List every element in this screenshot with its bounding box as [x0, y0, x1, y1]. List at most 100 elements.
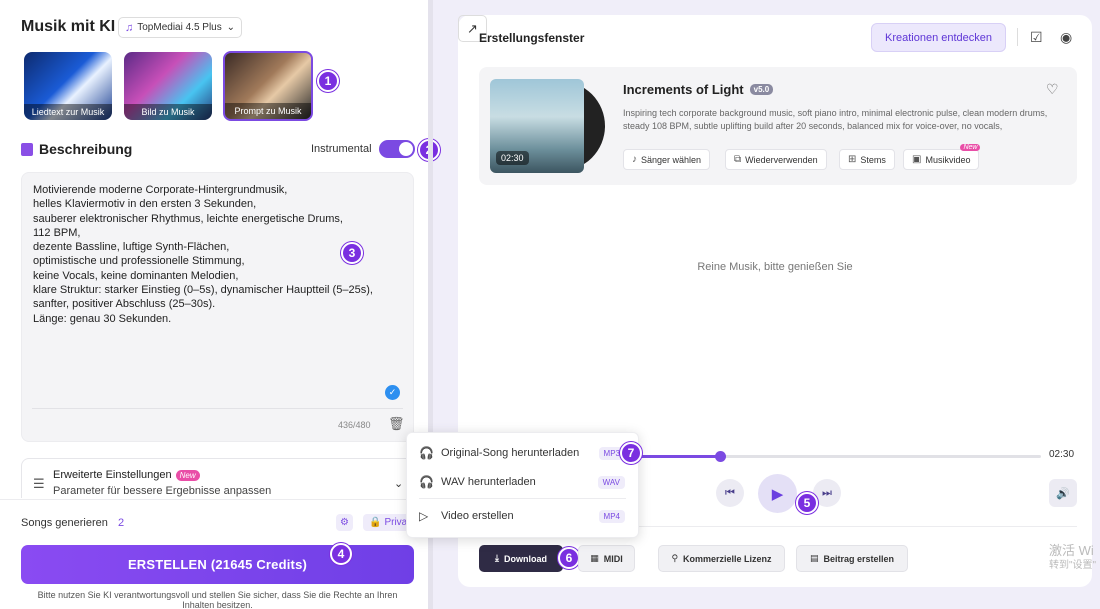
description-heading: Beschreibung: [21, 141, 132, 157]
download-original-item[interactable]: 🎧 Original-Song herunterladen MP3: [407, 441, 640, 465]
create-video-item[interactable]: ▷ Video erstellen MP4: [407, 504, 640, 528]
advanced-subtitle: Parameter für bessere Ergebnisse anpasse…: [53, 485, 272, 497]
divider: [419, 498, 626, 499]
trash-icon[interactable]: 🗑: [388, 416, 405, 432]
menu-item-label: Original-Song herunterladen: [441, 447, 580, 459]
divider: [1017, 28, 1018, 46]
format-badge: WAV: [597, 475, 625, 489]
empty-state-text: Reine Musik, bitte genießen Sie: [697, 261, 853, 273]
progress-bar[interactable]: [629, 451, 1041, 462]
music-note-icon: ♫: [125, 21, 134, 34]
disclaimer: Bitte nutzen Sie KI verantwortungsvoll u…: [37, 590, 398, 609]
download-label: Download: [503, 553, 547, 564]
mode-card-prompt[interactable]: Prompt zu Musik: [223, 51, 313, 121]
songs-row: Songs generieren 2 ⚙ 🔒 Privat: [0, 499, 428, 543]
step-badge: 4: [330, 543, 352, 565]
menu-item-label: Video erstellen: [441, 510, 514, 522]
copy-icon: ⧉: [734, 154, 742, 165]
advanced-title-text: Erweiterte Einstellungen: [53, 469, 172, 481]
watermark-line2: 转到"设置": [1049, 560, 1097, 571]
license-icon: ⚲: [671, 553, 679, 563]
step-badge: 6: [558, 547, 580, 569]
volume-icon[interactable]: 🔊: [1049, 479, 1077, 507]
left-panel: Musik mit KI ♫ TopMediai 4.5 Plus ⌄ Lied…: [0, 0, 440, 609]
download-menu: 🎧 Original-Song herunterladen MP3 🎧 WAV …: [406, 432, 639, 538]
mode-card-label: Bild zu Musik: [124, 104, 212, 120]
previous-icon[interactable]: ⏮: [716, 479, 744, 507]
advanced-settings[interactable]: ☰ Erweiterte Einstellungen New Parameter…: [21, 458, 414, 498]
prompt-textarea[interactable]: Motivierende moderne Corporate-Hintergru…: [21, 172, 414, 442]
headphones-icon: 🎧: [419, 475, 434, 489]
divider: [32, 408, 403, 409]
stems-button[interactable]: ⊞ Stems: [839, 149, 895, 170]
activation-watermark: 激活 Wi 转到"设置": [1049, 543, 1096, 573]
mode-card-lyrics[interactable]: Liedtext zur Musik: [24, 52, 112, 120]
headphones-icon: 🎧: [419, 446, 434, 460]
choose-singer-button[interactable]: ♪ Sänger wählen: [623, 149, 711, 170]
new-badge: New: [175, 469, 200, 481]
instrumental-label: Instrumental: [311, 143, 372, 155]
new-badge: New: [960, 144, 981, 151]
progress-knob[interactable]: [714, 451, 726, 462]
midi-button[interactable]: ▦ MIDI: [578, 545, 635, 572]
gear-icon[interactable]: ⚙: [336, 514, 353, 531]
app-title: Musik mit KI: [21, 18, 116, 35]
heart-icon[interactable]: ♡: [1046, 81, 1059, 98]
license-label: Kommerzielle Lizenz: [683, 553, 772, 564]
video-icon: ▣: [912, 154, 922, 165]
mode-card-image[interactable]: Bild zu Musik: [124, 52, 212, 120]
post-button[interactable]: ▤ Beitrag erstellen: [796, 545, 908, 572]
advanced-title: Erweiterte Einstellungen New: [53, 469, 200, 481]
edit-icon: [21, 142, 33, 156]
char-count: 436/480: [338, 420, 371, 430]
song-description: Inspiring tech corporate background musi…: [623, 108, 1048, 131]
sliders-icon: ☰: [33, 476, 45, 491]
mode-card-label: Liedtext zur Musik: [24, 104, 112, 120]
task-list-icon[interactable]: ☑: [1030, 29, 1043, 46]
step-badge: 3: [341, 242, 363, 264]
model-select[interactable]: ♫ TopMediai 4.5 Plus ⌄: [118, 17, 242, 38]
create-button[interactable]: ERSTELLEN (21645 Credits): [21, 545, 414, 584]
time-end: 02:30: [1049, 449, 1075, 460]
download-wav-item[interactable]: 🎧 WAV herunterladen WAV: [407, 470, 640, 494]
post-icon: ▤: [809, 553, 819, 563]
download-button[interactable]: ⤓ Download: [479, 545, 563, 572]
model-select-value: TopMediai 4.5 Plus: [137, 22, 222, 33]
stems-icon: ⊞: [848, 154, 857, 165]
version-badge: v5.0: [749, 84, 774, 95]
panel-title: Erstellungsfenster: [479, 31, 585, 45]
midi-label: MIDI: [603, 553, 623, 564]
mode-card-label: Prompt zu Musik: [225, 103, 311, 119]
song-card: 02:30 Increments of Light v5.0 ♡ Inspiri…: [479, 67, 1077, 185]
reuse-button[interactable]: ⧉ Wiederverwenden: [725, 149, 827, 170]
music-video-button[interactable]: ▣ Musikvideo New: [903, 144, 981, 170]
instrumental-toggle[interactable]: [379, 140, 415, 158]
step-badge: 1: [317, 70, 339, 92]
songs-count[interactable]: 2: [118, 517, 124, 529]
action-label: Musikvideo: [925, 154, 971, 165]
song-title: Increments of Light v5.0: [623, 82, 774, 97]
song-title-text: Increments of Light: [623, 82, 744, 97]
download-icon: ⤓: [495, 553, 499, 563]
license-button[interactable]: ⚲ Kommerzielle Lizenz: [658, 545, 785, 572]
songs-label: Songs generieren: [21, 517, 108, 529]
video-play-icon: ▷: [419, 509, 429, 523]
explore-button[interactable]: Kreationen entdecken: [871, 23, 1006, 52]
action-label: Wiederverwenden: [745, 154, 818, 165]
midi-icon: ▦: [590, 553, 599, 563]
song-duration: 02:30: [496, 151, 529, 165]
check-icon: ✓: [385, 385, 400, 400]
watermark-line1: 激活 Wi: [1049, 543, 1094, 558]
chevron-down-icon: ⌄: [226, 22, 235, 33]
format-badge: MP4: [598, 509, 625, 523]
action-label: Stems: [860, 154, 886, 165]
play-icon[interactable]: ▶: [758, 474, 797, 513]
chevron-down-icon: ⌄: [394, 478, 404, 490]
lock-icon: 🔒: [369, 517, 382, 528]
discord-icon[interactable]: ◉: [1060, 29, 1072, 46]
singer-icon: ♪: [632, 154, 637, 165]
progress-fill: [629, 455, 720, 458]
description-title: Beschreibung: [39, 141, 133, 157]
action-label: Sänger wählen: [641, 154, 702, 165]
step-badge: 5: [796, 492, 818, 514]
